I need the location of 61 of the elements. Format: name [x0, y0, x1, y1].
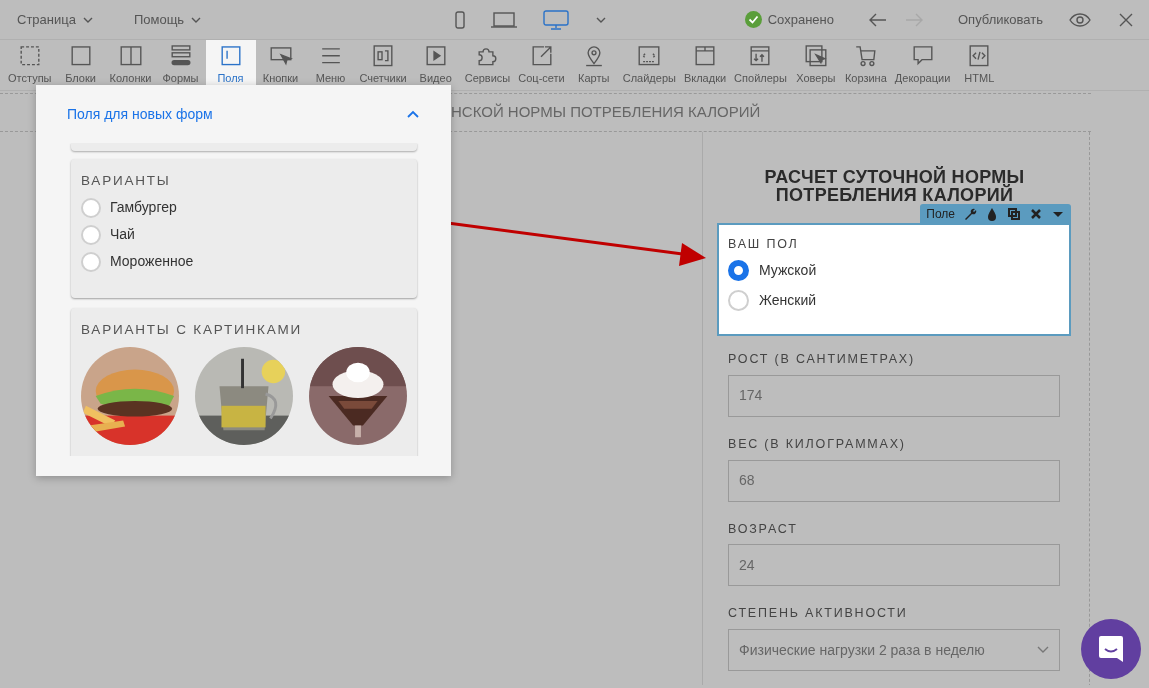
tool-button[interactable]: Блоки: [55, 40, 106, 90]
arrow-left-icon: [868, 11, 886, 28]
tool-button[interactable]: Карты: [568, 40, 619, 90]
field-label: ВЕС (В КИЛОГРАММАХ): [728, 435, 907, 453]
field-label: ВАШ ПОЛ: [728, 236, 800, 254]
laptop-icon: [491, 10, 518, 29]
tool-button[interactable]: Отступы: [4, 40, 56, 90]
tabs-icon: [693, 44, 717, 68]
eye-icon: [1069, 12, 1091, 27]
chat-button[interactable]: [1081, 619, 1141, 679]
panel-section-toggle[interactable]: Поля для новых форм: [67, 103, 213, 125]
save-status: Сохранено: [767, 10, 834, 29]
palette-card-title: ВАРИАНТЫ С КАРТИНКАМИ: [81, 321, 304, 340]
tool-button[interactable]: Соц-сети: [514, 40, 569, 90]
publish-button[interactable]: Опубликовать: [958, 9, 1043, 30]
slider-icon: [637, 44, 662, 68]
input-field[interactable]: 24: [728, 544, 1060, 587]
tool-button[interactable]: Меню: [305, 40, 356, 90]
wrench-icon[interactable]: [963, 207, 977, 222]
close-icon: [1119, 12, 1133, 27]
form-title: РАСЧЕТ СУТОЧНОЙ НОРМЫ ПОТРЕБЛЕНИЯ КАЛОРИЙ: [763, 167, 1026, 206]
field-label: ВОЗРАСТ: [728, 520, 799, 538]
tool-button[interactable]: Сервисы: [460, 40, 515, 90]
radio-button[interactable]: [728, 260, 749, 282]
chat-icon: [1097, 634, 1125, 664]
cart-icon: [853, 44, 878, 68]
tool-button[interactable]: Видео: [410, 40, 461, 90]
copy-icon[interactable]: [1007, 207, 1021, 222]
monitor-icon: [543, 9, 570, 30]
radio-label: Женский: [759, 291, 817, 311]
tool-button[interactable]: Счетчики: [355, 40, 411, 90]
tool-button[interactable]: Ховеры: [790, 40, 841, 90]
radio-label: Чай: [110, 225, 135, 245]
tool-button[interactable]: Декорации: [890, 40, 955, 90]
menu-dropdown[interactable]: Помощь: [133, 9, 203, 30]
tool-button[interactable]: Слайдеры: [618, 40, 680, 90]
check-circle-icon: [744, 11, 762, 28]
section-heading: НСКОЙ НОРМЫ ПОТРЕБЛЕНИЯ КАЛОРИЙ: [451, 103, 761, 120]
phone-icon: [455, 10, 466, 29]
columns-icon: [118, 44, 143, 68]
radio-label: Мороженное: [110, 252, 194, 272]
tool-button[interactable]: Корзина: [840, 40, 891, 90]
tool-button[interactable]: HTML: [954, 40, 1005, 90]
radio-label: Гамбургер: [110, 198, 177, 218]
tool-button[interactable]: Вкладки: [679, 40, 731, 90]
radio-label: Мужской: [759, 261, 817, 281]
input-field[interactable]: 68: [728, 459, 1060, 502]
field-label: СТЕПЕНЬ АКТИВНОСТИ: [728, 605, 909, 623]
tool-button[interactable]: Формы: [155, 40, 206, 90]
drop-icon[interactable]: [985, 207, 999, 222]
select-field[interactable]: Физические нагрузки 2 раза в неделю: [728, 629, 1060, 672]
tool-button[interactable]: Колонки: [105, 40, 156, 90]
field-toolbar-label: Поле: [926, 206, 955, 224]
palette-card-title: ВАРИАНТЫ: [81, 172, 172, 190]
hover-icon: [803, 44, 828, 68]
input-field[interactable]: 174: [728, 374, 1060, 417]
menu-dropdown[interactable]: Страница: [17, 9, 94, 30]
tool-button[interactable]: Кнопки: [255, 40, 306, 90]
tool-button[interactable]: Спойлеры: [730, 40, 791, 90]
chevron-down-icon: [1037, 646, 1049, 655]
field-label: РОСТ (В САНТИМЕТРАХ): [728, 351, 916, 369]
